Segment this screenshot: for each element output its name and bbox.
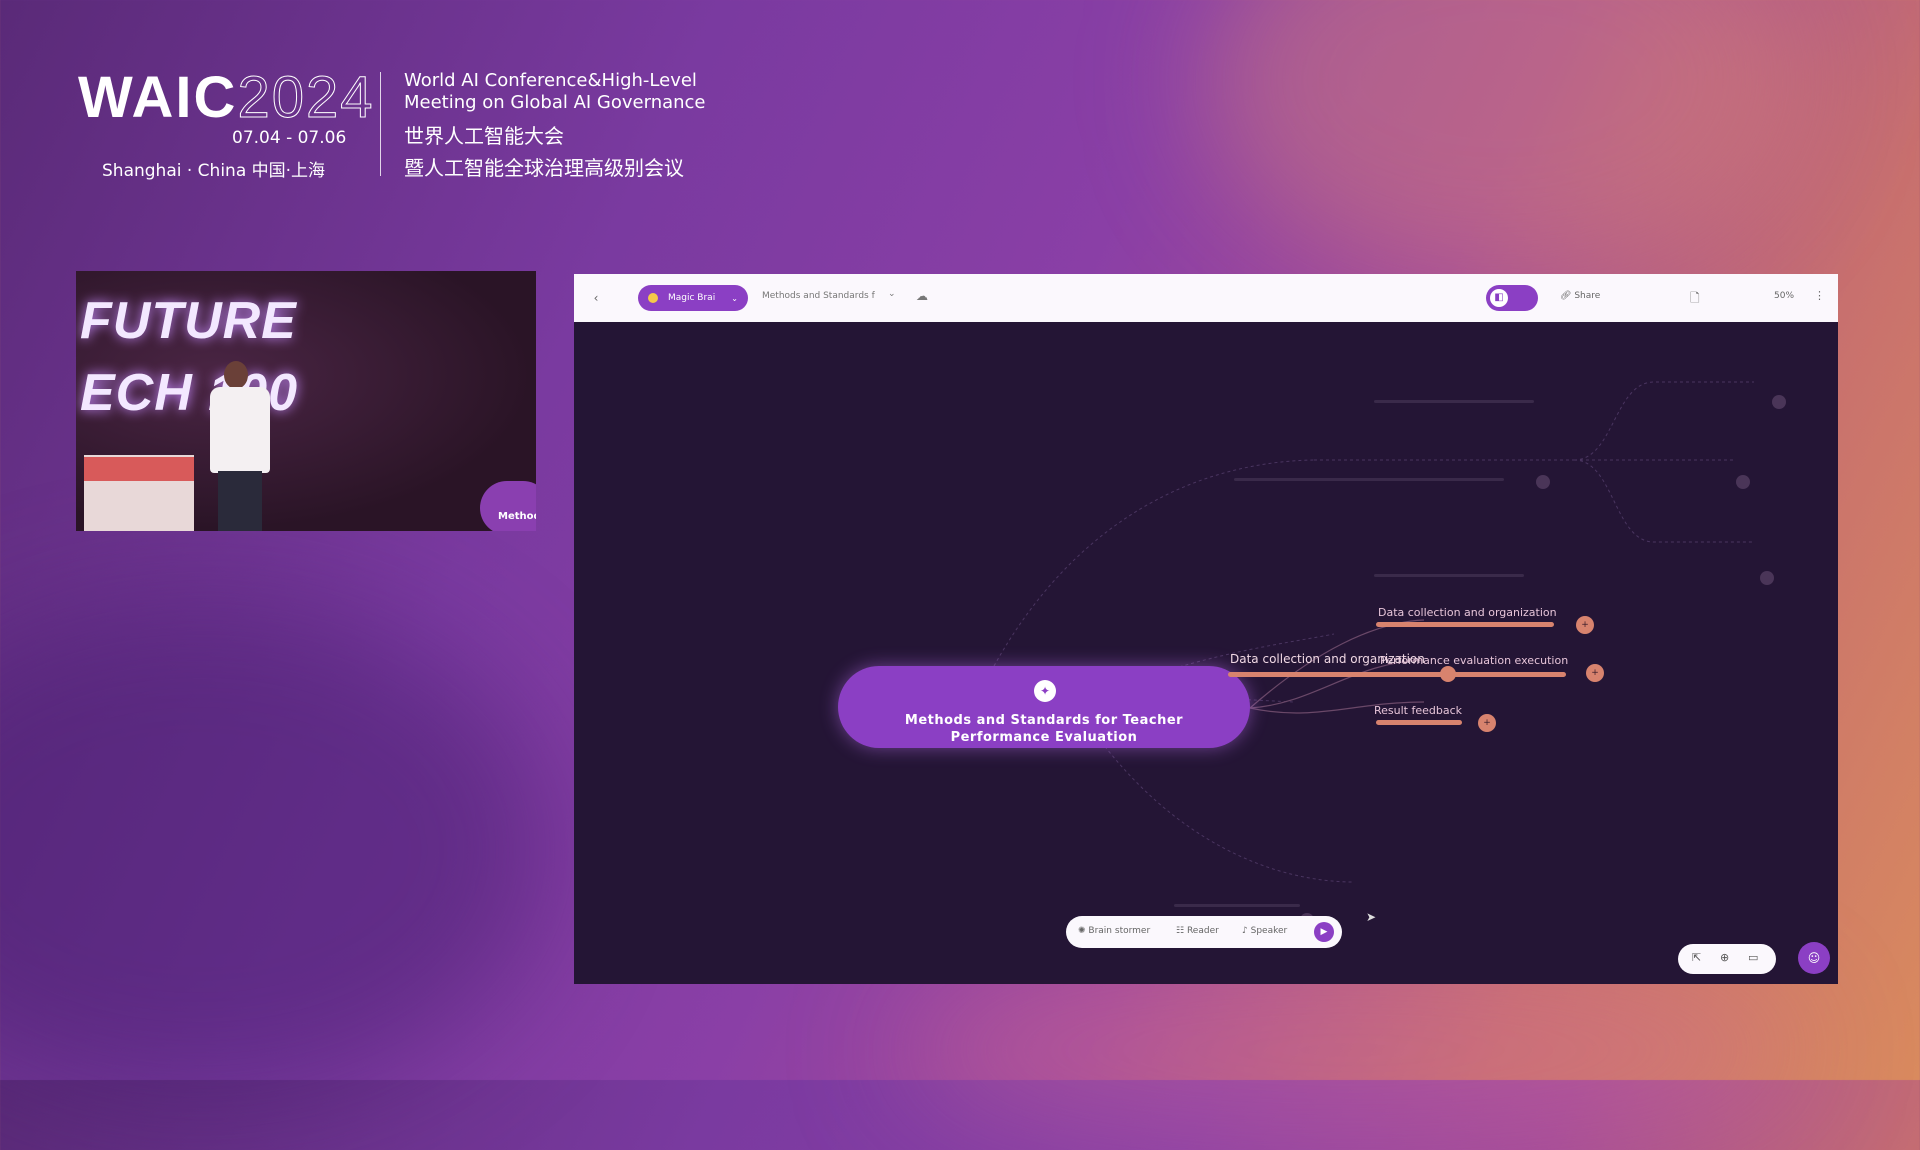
waic-logo: WAIC2024: [78, 64, 374, 131]
speaker-label: Speaker: [1250, 926, 1288, 936]
title-en-line-1: World AI Conference&High-Level: [404, 70, 697, 91]
logo-text: WAIC: [78, 65, 238, 130]
branch-expand-dot[interactable]: +: [1478, 714, 1496, 732]
zoom-level[interactable]: 50%: [1774, 291, 1794, 301]
faint-node-dot[interactable]: [1536, 475, 1550, 489]
root-topic-title: Methods and Standards for Teacher Perfor…: [904, 713, 1184, 745]
branch-bar-data-collection: [1376, 622, 1554, 627]
magic-brain-icon: [648, 293, 658, 303]
back-icon[interactable]: ‹: [588, 290, 604, 306]
podium-sign: [84, 457, 194, 481]
conference-city: Shanghai · China 中国·上海: [102, 161, 326, 181]
brainstormer-mode-button[interactable]: ✺ Brain stormer: [1078, 926, 1150, 936]
export-icon[interactable]: 🗋︎: [1690, 289, 1700, 310]
branch-label-result-feedback[interactable]: Result feedback: [1374, 704, 1462, 717]
reader-label: Reader: [1186, 926, 1219, 936]
app-toolbar: ‹ Magic Brai ⌄ Methods and Standards f ⌄…: [574, 274, 1838, 322]
speaker-camera-feed: FUTURE ECH 100 Method: [76, 271, 536, 531]
faint-branch-bar: [1374, 574, 1524, 577]
more-options-icon[interactable]: ⋮: [1814, 289, 1825, 302]
assistant-avatar[interactable]: ☺: [1798, 942, 1830, 974]
link-icon: 🔗︎: [1560, 291, 1572, 301]
title-en-line-2: Meeting on Global AI Governance: [404, 92, 706, 113]
magic-brain-button[interactable]: Magic Brai ⌄: [638, 285, 748, 311]
branch-bar-performance-evaluation: [1228, 672, 1566, 677]
podium: [84, 455, 194, 531]
mindmap-canvas[interactable]: ✦ Methods and Standards for Teacher Perf…: [574, 322, 1838, 984]
stage-text-line-1: FUTURE: [80, 292, 297, 350]
root-topic-node[interactable]: ✦ Methods and Standards for Teacher Perf…: [838, 666, 1250, 748]
microphone-icon: ♪: [1242, 926, 1248, 936]
speaker-body: [210, 387, 270, 473]
cloud-sync-icon[interactable]: ☁: [916, 289, 930, 303]
conference-title-cn: 世界人工智能大会 暨人工智能全球治理高级别会议: [404, 120, 684, 184]
pointer-tool-icon[interactable]: ⇱: [1692, 951, 1701, 964]
faint-node-dot[interactable]: [1736, 475, 1750, 489]
faint-node-dot[interactable]: [1760, 571, 1774, 585]
faint-branch-bar: [1174, 904, 1300, 907]
drag-handle-dot[interactable]: [1440, 666, 1456, 682]
title-cn-line-2: 暨人工智能全球治理高级别会议: [404, 156, 684, 180]
connector-lines: [993, 381, 1754, 883]
play-icon[interactable]: ▶: [1314, 922, 1334, 942]
magic-brain-label: Magic Brai: [668, 293, 716, 303]
faint-branch-bar: [1234, 478, 1380, 481]
logo-year: 2024: [237, 65, 375, 131]
dragged-node-label[interactable]: Data collection and organization: [1230, 652, 1425, 666]
stage-screen-chip: Method: [480, 481, 536, 531]
chevron-down-icon: ⌄: [731, 293, 738, 303]
branch-bar-result-feedback: [1376, 720, 1462, 725]
view-toggle[interactable]: ◧: [1486, 285, 1538, 311]
document-menu-chevron-icon[interactable]: ⌄: [888, 289, 896, 299]
share-button[interactable]: 🔗︎ Share: [1560, 291, 1600, 301]
branch-expand-dot[interactable]: +: [1586, 664, 1604, 682]
header-divider: [380, 72, 381, 176]
mouse-cursor-icon: ➤: [1366, 910, 1377, 924]
conference-title-en: World AI Conference&High-Level Meeting o…: [404, 70, 706, 114]
canvas-tools: ⇱ ⊕ ▭: [1678, 944, 1776, 974]
speaker-head: [224, 361, 248, 389]
toggle-knob-icon: ◧: [1490, 289, 1508, 307]
speaker-mode-button[interactable]: ♪ Speaker: [1242, 926, 1287, 936]
faint-branch-bar: [1374, 478, 1504, 481]
book-icon: ☷: [1176, 926, 1185, 936]
root-topic-icon: ✦: [1034, 680, 1056, 702]
share-label: Share: [1574, 291, 1601, 301]
title-cn-line-1: 世界人工智能大会: [404, 124, 564, 148]
bulb-icon: ✺: [1078, 926, 1086, 936]
branch-label-data-collection[interactable]: Data collection and organization: [1378, 606, 1557, 619]
reader-mode-button[interactable]: ☷ Reader: [1176, 926, 1219, 936]
center-view-icon[interactable]: ⊕: [1720, 951, 1729, 964]
mindmap-app-window: ‹ Magic Brai ⌄ Methods and Standards f ⌄…: [574, 274, 1838, 984]
branch-expand-dot[interactable]: +: [1576, 616, 1594, 634]
document-title[interactable]: Methods and Standards f: [762, 291, 875, 301]
mode-toolbar: ✺ Brain stormer ☷ Reader ♪ Speaker ▶: [1066, 916, 1342, 948]
faint-branch-bar: [1374, 400, 1534, 403]
brainstormer-label: Brain stormer: [1088, 926, 1151, 936]
conference-dates: 07.04 - 07.06: [232, 128, 347, 148]
minimap-icon[interactable]: ▭: [1748, 951, 1758, 964]
speaker-legs: [218, 471, 262, 531]
faint-node-dot[interactable]: [1772, 395, 1786, 409]
